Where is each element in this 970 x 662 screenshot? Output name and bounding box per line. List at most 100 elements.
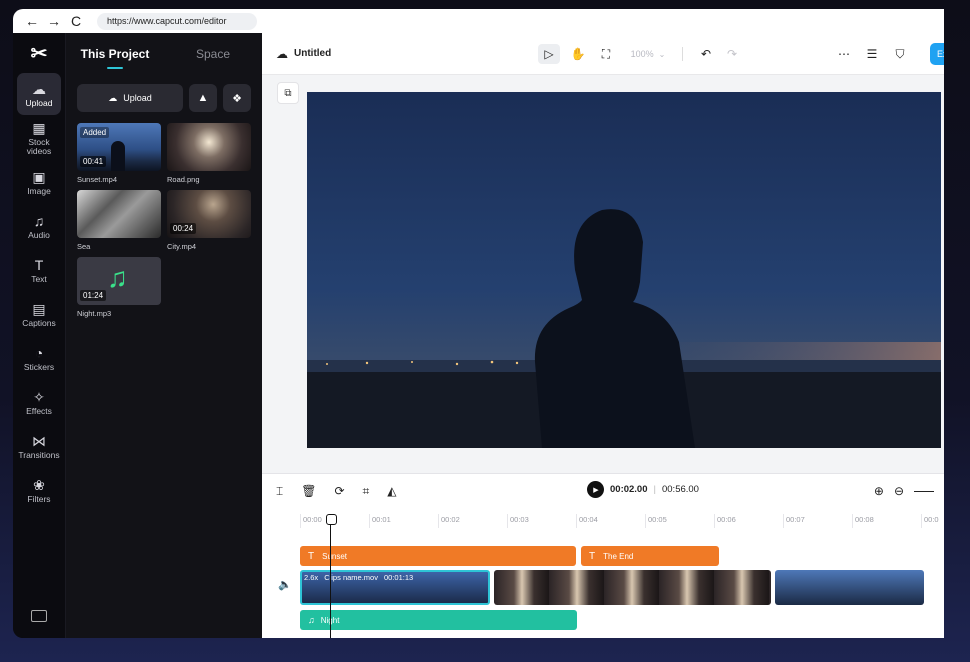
rail-item-transitions[interactable]: ⋈ Transitions bbox=[17, 425, 61, 467]
sticker-icon: ◔ bbox=[34, 344, 44, 361]
rail-item-effects[interactable]: ✧ Effects bbox=[17, 381, 61, 423]
audio-clip[interactable]: ♫ Night bbox=[300, 610, 577, 630]
shield-icon: ⛉ bbox=[895, 46, 905, 61]
zoom-select[interactable]: 100% ⌄ bbox=[626, 44, 670, 64]
upload-button[interactable]: ☁ Upload bbox=[77, 84, 183, 112]
playhead[interactable] bbox=[326, 514, 337, 638]
media-item[interactable]: 00:24 City.mp4 bbox=[167, 190, 251, 251]
ruler-tick: 00:0 bbox=[921, 514, 941, 528]
ruler-tick: 00:02 bbox=[438, 514, 508, 528]
rail-item-label: Audio bbox=[28, 229, 50, 240]
rail-item-upload[interactable]: ☁ Upload bbox=[17, 73, 61, 115]
project-title[interactable]: Untitled bbox=[294, 48, 331, 59]
media-thumbnail: Added 00:41 bbox=[77, 123, 161, 171]
playback-controls: ▶ 00:02.00 | 00:56.00 bbox=[587, 481, 699, 498]
rail-item-label: Stock videos bbox=[26, 137, 52, 156]
app-window: ← → C https://www.capcut.com/editor ✂ ☁ U… bbox=[13, 9, 944, 638]
zoom-out-icon[interactable]: ⊖ bbox=[894, 484, 904, 498]
delete-icon[interactable]: 🗑 bbox=[301, 484, 316, 499]
text-clip-label: The End bbox=[603, 551, 634, 561]
magnet-icon[interactable]: ⊕ bbox=[874, 484, 884, 498]
rail-item-label: Transitions bbox=[18, 449, 60, 460]
redo-button[interactable]: ↷ bbox=[722, 44, 742, 64]
media-name: City.mp4 bbox=[167, 242, 197, 251]
undo-button[interactable]: ↶ bbox=[696, 44, 716, 64]
rail-item-image[interactable]: ▣ Image bbox=[17, 161, 61, 203]
browser-bar: ← → C https://www.capcut.com/editor bbox=[13, 9, 944, 33]
rail-item-audio[interactable]: ♫ Audio bbox=[17, 205, 61, 247]
rail-item-filters[interactable]: ❀ Filters bbox=[17, 469, 61, 511]
clip-duration: 00:01:13 bbox=[383, 573, 414, 582]
video-preview[interactable] bbox=[307, 92, 941, 448]
editor-main: ☁ Untitled ▷ ✋ ⛶ 100% ⌄ ↶ ↷ ⋯ ☰ ⛉ Ex ⧉ bbox=[262, 33, 944, 638]
ruler-tick: 00:04 bbox=[576, 514, 646, 528]
tab-this-project[interactable]: This Project bbox=[66, 47, 164, 69]
ruler-tick: 00:06 bbox=[714, 514, 784, 528]
duration-badge: 00:41 bbox=[80, 156, 107, 167]
video-clip[interactable] bbox=[775, 570, 924, 605]
cloud-upload-icon: ☁ bbox=[108, 92, 118, 103]
media-thumbnail: 00:24 bbox=[167, 190, 251, 238]
zoom-slider[interactable] bbox=[914, 490, 934, 492]
media-item[interactable]: Road.png bbox=[167, 123, 251, 184]
media-item[interactable]: ♫ 01:24 Night.mp3 bbox=[77, 257, 161, 318]
image-icon: ▣ bbox=[32, 168, 46, 185]
text-clip[interactable]: T The End bbox=[581, 546, 719, 566]
shield-button[interactable]: ⛉ bbox=[890, 44, 910, 64]
rail-item-label: Upload bbox=[25, 97, 53, 108]
dropbox-button[interactable]: ❖ bbox=[223, 84, 251, 112]
video-clip[interactable] bbox=[494, 570, 771, 605]
export-button[interactable]: Ex bbox=[930, 43, 944, 65]
duration-badge: 00:24 bbox=[170, 223, 197, 234]
capcut-logo-icon: ✂ bbox=[30, 42, 48, 65]
video-clip-selected[interactable]: 2.6x Clips name.mov 00:01:13 bbox=[300, 570, 490, 605]
google-drive-button[interactable]: ▲ bbox=[189, 84, 217, 112]
forward-arrow-icon[interactable]: → bbox=[45, 13, 63, 29]
music-note-icon: ♫ bbox=[308, 615, 315, 625]
play-button[interactable]: ▶ bbox=[587, 481, 604, 498]
speaker-icon[interactable]: 🔈 bbox=[278, 578, 292, 591]
clip-name: Clips name.mov bbox=[324, 573, 378, 582]
mirror-icon[interactable]: ◭ bbox=[387, 484, 396, 499]
keyboard-shortcuts-icon[interactable] bbox=[31, 610, 47, 622]
dropbox-icon: ❖ bbox=[232, 92, 242, 105]
media-item[interactable]: Added 00:41 Sunset.mp4 bbox=[77, 123, 161, 184]
media-thumbnail bbox=[167, 123, 251, 171]
cloud-icon: ☁ bbox=[276, 46, 288, 61]
split-icon[interactable]: ⌶ bbox=[276, 484, 283, 499]
canvas-settings-button[interactable]: ⧉ bbox=[277, 82, 299, 104]
tab-space[interactable]: Space bbox=[164, 47, 262, 61]
media-thumbnail bbox=[77, 190, 161, 238]
timeline-panel: ⌶ 🗑 ⟳ ⌗ ◭ ▶ 00:02.00 | 00:56.00 ⊕ ⊖ 00:0… bbox=[262, 473, 944, 638]
music-note-icon: ♫ bbox=[107, 262, 128, 293]
more-button[interactable]: ⋯ bbox=[834, 44, 854, 64]
upload-button-label: Upload bbox=[123, 93, 152, 103]
media-name: Sea bbox=[77, 242, 91, 251]
media-thumbnail: ♫ 01:24 bbox=[77, 257, 161, 305]
top-toolbar: ☁ Untitled ▷ ✋ ⛶ 100% ⌄ ↶ ↷ ⋯ ☰ ⛉ Ex bbox=[262, 33, 944, 75]
crop-icon[interactable]: ⌗ bbox=[363, 484, 370, 499]
rail-item-stock-videos[interactable]: ▦ Stock videos bbox=[17, 117, 61, 159]
layers-button[interactable]: ☰ bbox=[862, 44, 882, 64]
media-name: Sunset.mp4 bbox=[77, 175, 118, 184]
speed-icon[interactable]: ⟳ bbox=[334, 484, 344, 499]
rail-item-captions[interactable]: ▤ Captions bbox=[17, 293, 61, 335]
reload-icon[interactable]: C bbox=[67, 13, 85, 29]
google-drive-icon: ▲ bbox=[197, 92, 209, 104]
rail-item-text[interactable]: T Text bbox=[17, 249, 61, 291]
rail-item-stickers[interactable]: ◔ Stickers bbox=[17, 337, 61, 379]
text-clip[interactable]: T Sunset bbox=[300, 546, 576, 566]
select-tool-button[interactable]: ▷ bbox=[538, 44, 560, 64]
fit-screen-button[interactable]: ⛶ bbox=[596, 44, 616, 64]
hand-tool-button[interactable]: ✋ bbox=[568, 44, 588, 64]
clip-speed: 2.6x bbox=[304, 573, 319, 582]
film-icon: ▦ bbox=[32, 120, 46, 136]
chevron-down-icon: ⌄ bbox=[658, 49, 666, 59]
address-bar[interactable]: https://www.capcut.com/editor bbox=[97, 12, 257, 30]
rail-item-label: Text bbox=[31, 273, 47, 284]
undo-icon: ↶ bbox=[700, 47, 712, 61]
cloud-upload-icon: ☁ bbox=[32, 80, 46, 97]
media-item[interactable]: Sea bbox=[77, 190, 161, 251]
back-arrow-icon[interactable]: ← bbox=[23, 13, 41, 29]
time-ruler: 00:00 00:01 00:02 00:03 00:04 00:05 00:0… bbox=[300, 514, 944, 528]
